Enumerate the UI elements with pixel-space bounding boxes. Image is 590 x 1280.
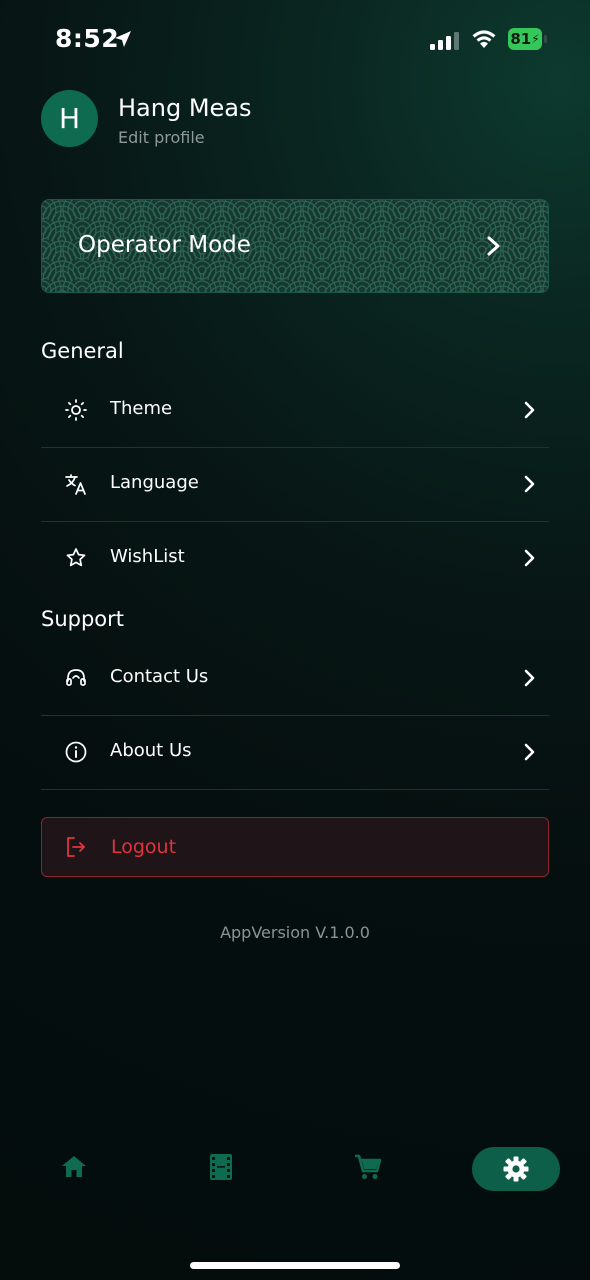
tab-cart[interactable]	[353, 1152, 383, 1186]
status-bar: 8:52 81 ⚡	[0, 0, 590, 80]
menu-item-about-us[interactable]: About Us	[41, 716, 549, 790]
translate-icon	[65, 474, 86, 495]
cart-icon	[355, 1154, 382, 1179]
avatar-initial: H	[58, 102, 81, 135]
general-heading: General	[41, 339, 124, 363]
battery-indicator: 81 ⚡	[508, 28, 548, 50]
menu-item-label: About Us	[110, 740, 192, 761]
logout-label: Logout	[111, 836, 177, 858]
edit-profile-link[interactable]: Edit profile	[118, 128, 205, 147]
info-icon	[65, 741, 87, 763]
chevron-right-icon	[524, 549, 535, 567]
film-icon	[210, 1154, 232, 1180]
tab-home[interactable]	[60, 1152, 88, 1184]
menu-item-wishlist[interactable]: WishList	[41, 522, 549, 595]
cellular-signal-icon	[430, 32, 459, 50]
support-heading: Support	[41, 607, 125, 631]
home-indicator[interactable]	[190, 1262, 400, 1269]
operator-mode-label: Operator Mode	[78, 232, 251, 258]
operator-mode-button[interactable]: Operator Mode	[41, 199, 549, 293]
menu-item-label: Theme	[110, 398, 173, 419]
gear-icon	[503, 1156, 529, 1182]
logout-icon	[67, 837, 85, 857]
home-icon	[62, 1156, 86, 1177]
battery-level: 81	[510, 30, 532, 48]
sun-icon	[65, 399, 87, 421]
star-icon	[66, 548, 86, 567]
bottom-tab-bar	[0, 1140, 590, 1200]
chevron-right-icon	[524, 669, 535, 687]
profile-name: Hang Meas	[118, 94, 252, 122]
chevron-right-icon	[524, 401, 535, 419]
menu-item-label: Language	[110, 472, 199, 493]
status-time: 8:52	[55, 24, 120, 53]
profile-header[interactable]: H Hang Meas Edit profile	[41, 90, 551, 150]
logout-button[interactable]: Logout	[41, 817, 549, 877]
headset-icon	[66, 669, 86, 686]
avatar[interactable]: H	[41, 90, 98, 147]
wifi-icon	[472, 30, 496, 48]
location-arrow-icon	[115, 31, 131, 47]
chevron-right-icon	[487, 236, 500, 256]
menu-item-contact-us[interactable]: Contact Us	[41, 642, 549, 716]
menu-item-language[interactable]: Language	[41, 448, 549, 522]
app-version: AppVersion V.1.0.0	[220, 923, 370, 942]
menu-item-label: Contact Us	[110, 666, 209, 687]
tab-movies[interactable]	[207, 1152, 235, 1186]
chevron-right-icon	[524, 475, 535, 493]
chevron-right-icon	[524, 743, 535, 761]
menu-item-label: WishList	[110, 546, 185, 567]
menu-item-theme[interactable]: Theme	[41, 374, 549, 448]
tab-settings[interactable]	[472, 1147, 560, 1191]
